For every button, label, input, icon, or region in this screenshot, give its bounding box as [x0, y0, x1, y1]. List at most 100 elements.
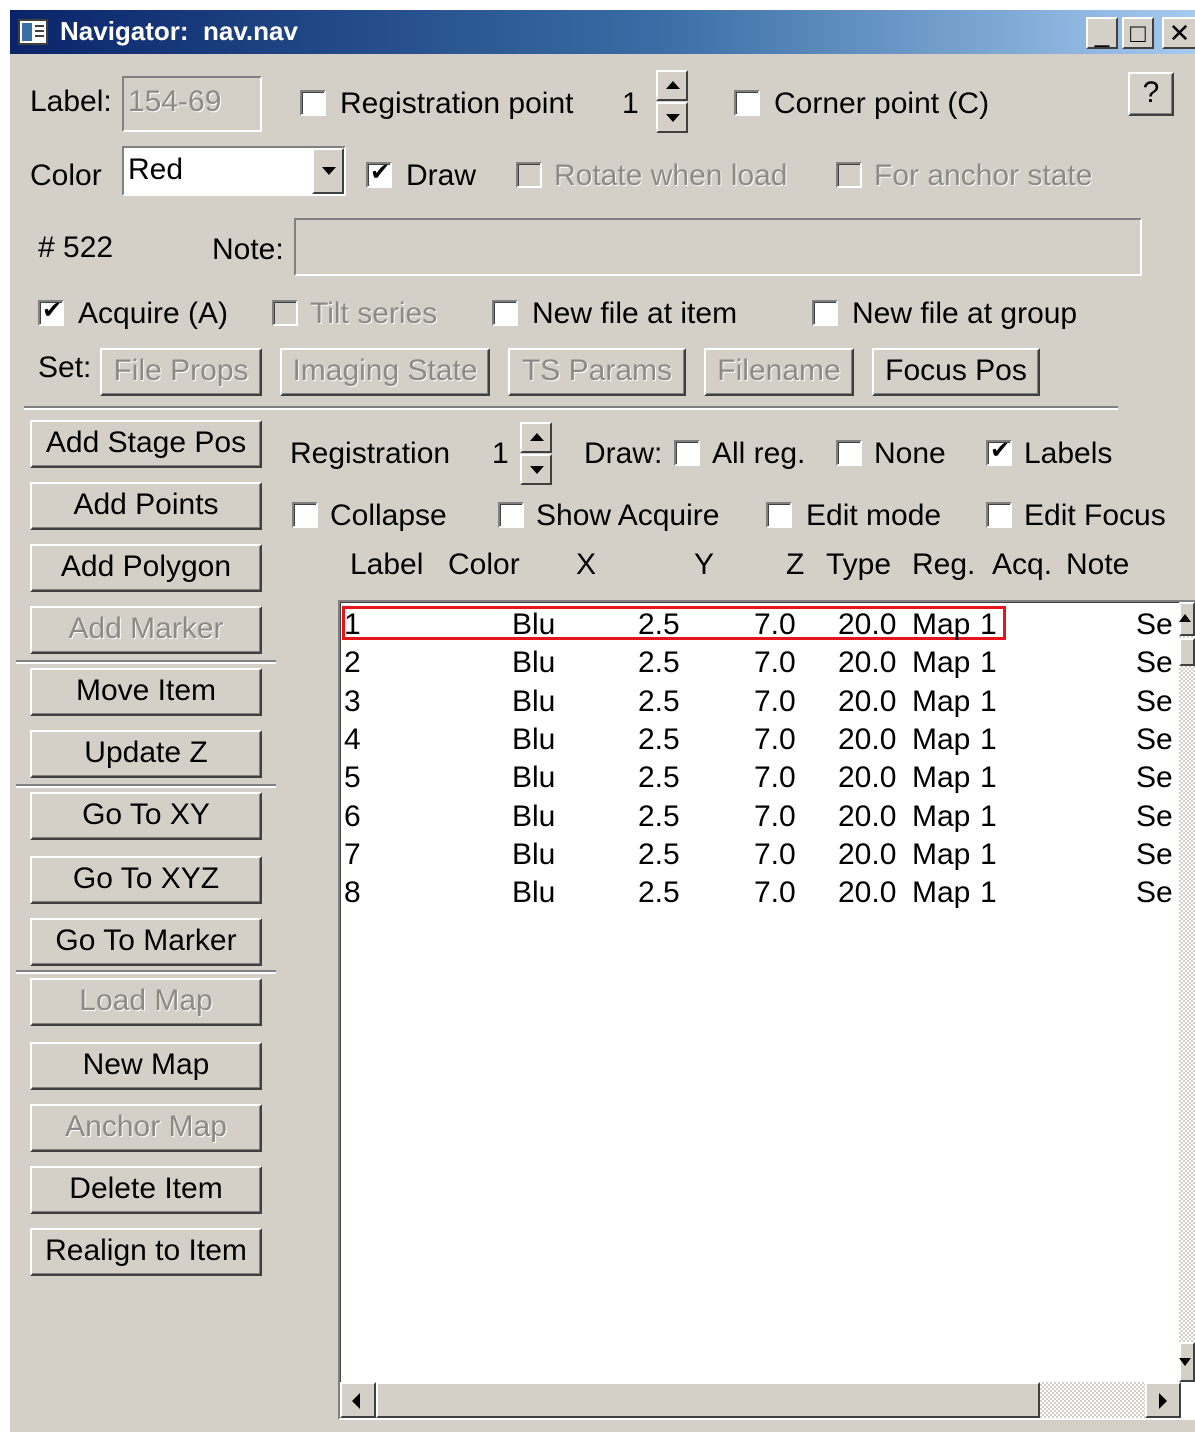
- cell-y: 7.0: [754, 799, 796, 833]
- scroll-thumb[interactable]: [1179, 638, 1195, 666]
- scroll-thumb[interactable]: [376, 1382, 1040, 1418]
- cell-y: 7.0: [754, 684, 796, 718]
- move-item-button[interactable]: Move Item: [30, 668, 262, 716]
- spinner-down-button[interactable]: [520, 454, 552, 485]
- edit-mode-checkbox[interactable]: [766, 502, 792, 528]
- new-file-at-group-checkbox[interactable]: [812, 300, 838, 326]
- cell-x: 2.5: [638, 722, 680, 756]
- close-button[interactable]: ✕: [1162, 17, 1195, 49]
- focus-pos-button[interactable]: Focus Pos: [872, 348, 1040, 396]
- chevron-down-icon: [322, 167, 336, 175]
- cell-y: 7.0: [754, 876, 796, 910]
- draw-caption: Draw:: [584, 437, 663, 470]
- horizontal-scrollbar[interactable]: [340, 1382, 1181, 1418]
- spinner-down-button[interactable]: [656, 102, 688, 133]
- checkmark-icon: ✔: [370, 159, 391, 186]
- corner-point-label: Corner point (C): [774, 87, 990, 120]
- table-row[interactable]: 2 Blu 2.5 7.0 20.0 Map 1 Se: [340, 644, 1180, 682]
- scroll-left-button[interactable]: [340, 1382, 376, 1418]
- arrow-down-icon: [530, 466, 544, 474]
- registration-point-checkbox[interactable]: [300, 90, 326, 116]
- add-marker-button[interactable]: Add Marker: [30, 606, 262, 654]
- cell-type: Map: [912, 876, 971, 910]
- arrow-left-icon: [352, 1393, 360, 1409]
- draw-label: Draw: [406, 159, 477, 192]
- table-row[interactable]: 7 Blu 2.5 7.0 20.0 Map 1 Se: [340, 836, 1180, 874]
- table-row[interactable]: 4 Blu 2.5 7.0 20.0 Map 1 Se: [340, 721, 1180, 759]
- new-file-at-item-checkbox[interactable]: [492, 300, 518, 326]
- add-points-button[interactable]: Add Points: [30, 482, 262, 530]
- table-row[interactable]: 6 Blu 2.5 7.0 20.0 Map 1 Se: [340, 798, 1180, 836]
- new-map-button[interactable]: New Map: [30, 1042, 262, 1090]
- vertical-scrollbar[interactable]: [1179, 602, 1195, 1382]
- none-checkbox[interactable]: [836, 440, 862, 466]
- dropdown-arrow-button[interactable]: [312, 148, 344, 194]
- cell-label: 2: [344, 646, 361, 680]
- add-polygon-button[interactable]: Add Polygon: [30, 544, 262, 592]
- acquire-checkbox[interactable]: ✔: [38, 297, 64, 326]
- registration-point-spinner[interactable]: [656, 70, 688, 134]
- arrow-right-icon: [1159, 1393, 1167, 1409]
- window-app-icon: [18, 19, 48, 45]
- go-to-marker-button[interactable]: Go To Marker: [30, 918, 262, 966]
- delete-item-button[interactable]: Delete Item: [30, 1166, 262, 1214]
- scroll-up-button[interactable]: [1179, 602, 1195, 636]
- arrow-down-icon: [666, 114, 680, 122]
- filename-button[interactable]: Filename: [704, 348, 854, 396]
- anchor-map-button[interactable]: Anchor Map: [30, 1104, 262, 1152]
- file-props-button[interactable]: File Props: [100, 348, 262, 396]
- arrow-up-icon: [530, 433, 544, 441]
- realign-to-item-button[interactable]: Realign to Item: [30, 1228, 262, 1276]
- note-field[interactable]: [294, 218, 1142, 276]
- imaging-state-button[interactable]: Imaging State: [280, 348, 490, 396]
- table-row[interactable]: 1 Blu 2.5 7.0 20.0 Map 1 Se: [340, 606, 1180, 644]
- update-z-button[interactable]: Update Z: [30, 730, 262, 778]
- cell-label: 3: [344, 684, 361, 718]
- all-reg-checkbox[interactable]: [674, 440, 700, 466]
- table-row[interactable]: 3 Blu 2.5 7.0 20.0 Map 1 Se: [340, 683, 1180, 721]
- ts-params-button[interactable]: TS Params: [508, 348, 686, 396]
- labels-checkbox[interactable]: ✔: [986, 437, 1012, 466]
- cell-y: 7.0: [754, 722, 796, 756]
- label-field[interactable]: 154-69: [122, 76, 262, 132]
- registration-spinner[interactable]: [520, 422, 552, 486]
- cell-note: Se: [1136, 646, 1173, 680]
- color-dropdown[interactable]: Red: [122, 146, 346, 196]
- window-title: Navigator: nav.nav: [60, 16, 298, 46]
- cell-type: Map: [912, 799, 971, 833]
- title-bar[interactable]: Navigator: nav.nav _ □ ✕: [10, 10, 1195, 54]
- item-list[interactable]: 1 Blu 2.5 7.0 20.0 Map 1 Se 2 Blu 2.5 7.0 20.0 Map 1 Se…: [338, 600, 1195, 1420]
- table-row[interactable]: 5 Blu 2.5 7.0 20.0 Map 1 Se: [340, 759, 1180, 797]
- tilt-series-checkbox[interactable]: [272, 300, 298, 326]
- anchor-state-checkbox[interactable]: [836, 162, 862, 188]
- cell-z: 20.0: [838, 684, 897, 718]
- corner-point-checkbox[interactable]: [734, 90, 760, 116]
- table-row[interactable]: 8 Blu 2.5 7.0 20.0 Map 1 Se: [340, 874, 1180, 912]
- cell-z: 20.0: [838, 722, 897, 756]
- arrow-down-icon: [1179, 1358, 1191, 1366]
- add-stage-pos-button[interactable]: Add Stage Pos: [30, 420, 262, 468]
- cell-x: 2.5: [638, 646, 680, 680]
- edit-focus-checkbox[interactable]: [986, 502, 1012, 528]
- edit-mode-label: Edit mode: [806, 499, 942, 532]
- anchor-state-label: For anchor state: [874, 159, 1093, 192]
- scroll-right-button[interactable]: [1145, 1382, 1181, 1418]
- collapse-label: Collapse: [330, 499, 447, 532]
- help-button[interactable]: ?: [1128, 72, 1174, 116]
- rotate-when-load-checkbox[interactable]: [516, 162, 542, 188]
- go-to-xyz-button[interactable]: Go To XYZ: [30, 856, 262, 904]
- spinner-up-button[interactable]: [656, 70, 688, 101]
- minimize-button[interactable]: _: [1086, 17, 1118, 49]
- load-map-button[interactable]: Load Map: [30, 978, 262, 1026]
- cell-reg: 1: [980, 799, 997, 833]
- scroll-down-button[interactable]: [1179, 1342, 1195, 1382]
- cell-x: 2.5: [638, 608, 680, 641]
- collapse-checkbox[interactable]: [292, 502, 318, 528]
- maximize-button[interactable]: □: [1122, 17, 1154, 49]
- spinner-up-button[interactable]: [520, 422, 552, 453]
- navigator-window: Navigator: nav.nav _ □ ✕ Label: 154-69 R…: [8, 10, 1195, 1432]
- cell-type: Map: [912, 837, 971, 871]
- draw-checkbox[interactable]: ✔: [366, 159, 392, 188]
- go-to-xy-button[interactable]: Go To XY: [30, 792, 262, 840]
- show-acquire-checkbox[interactable]: [498, 502, 524, 528]
